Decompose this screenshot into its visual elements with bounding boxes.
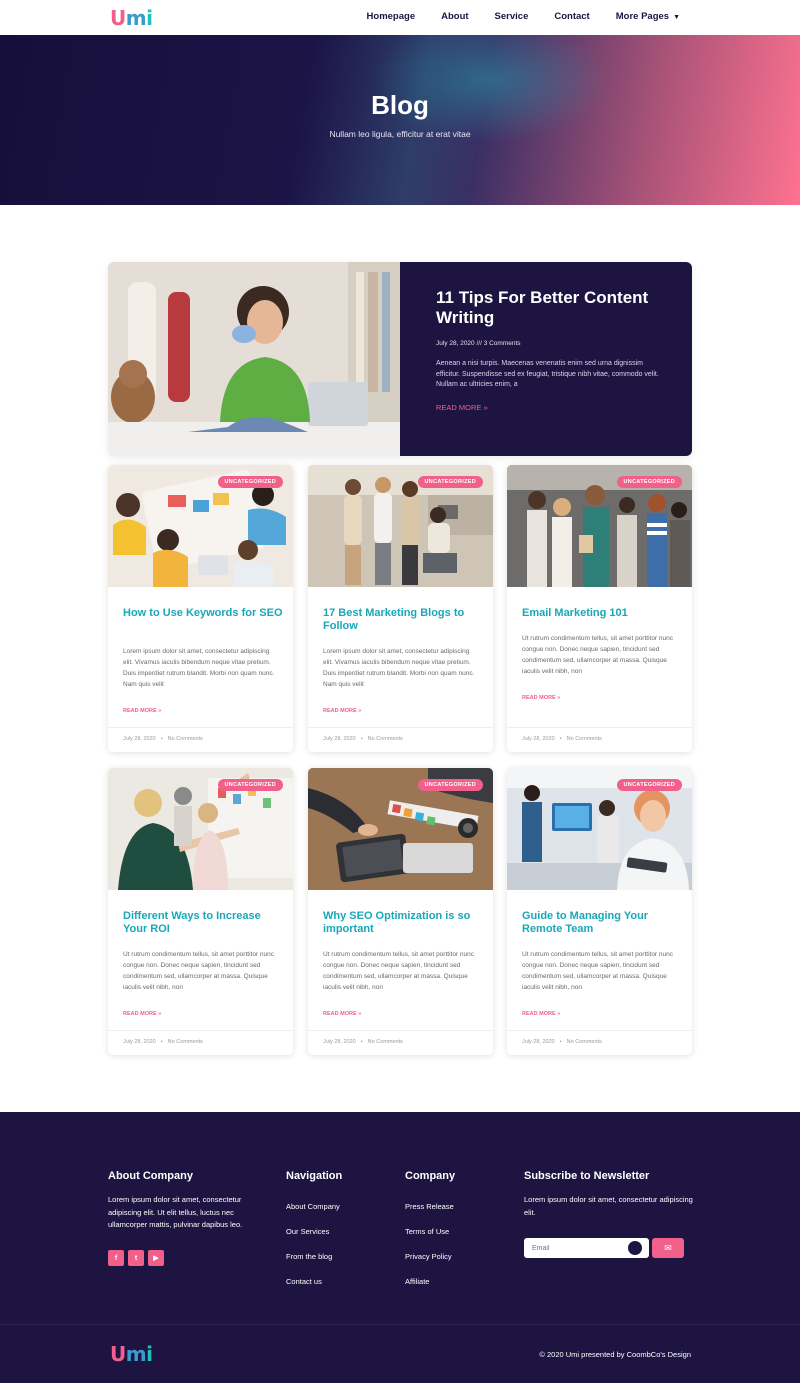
youtube-icon[interactable]: ▶ <box>148 1250 164 1266</box>
footer-link-our-services[interactable]: Our Services <box>286 1227 329 1236</box>
post-card-title[interactable]: Email Marketing 101 <box>522 607 682 620</box>
featured-post-meta: July 28, 2020 /// 3 Comments <box>436 340 521 347</box>
post-card-image[interactable]: UNCATEGORIZED <box>308 768 493 890</box>
post-card-title[interactable]: 17 Best Marketing Blogs to Follow <box>323 607 483 633</box>
category-badge[interactable]: UNCATEGORIZED <box>616 476 682 488</box>
newsletter-heading: Subscribe to Newsletter <box>524 1170 650 1182</box>
post-card-title[interactable]: Why SEO Optimization is so important <box>323 910 483 936</box>
featured-read-more-link[interactable]: READ MORE » <box>436 403 488 412</box>
footer-logo[interactable]: Umi <box>110 1342 153 1366</box>
post-card-excerpt: Lorem ipsum dolor sit amet, consectetur … <box>323 648 475 688</box>
nav-more-pages[interactable]: More Pages ▼ <box>616 11 680 22</box>
category-badge[interactable]: UNCATEGORIZED <box>616 779 682 791</box>
post-card-meta: July 28, 2020 • No Comments <box>507 1030 692 1055</box>
post-card-excerpt: Ut rutrum condimentum tellus, sit amet p… <box>323 951 475 991</box>
footer-link-press-release[interactable]: Press Release <box>405 1202 454 1211</box>
post-card-meta: July 28, 2020 • No Comments <box>108 1030 293 1055</box>
featured-post-title[interactable]: 11 Tips For Better Content Writing <box>436 288 664 328</box>
post-card-excerpt: Ut rutrum condimentum tellus, sit amet p… <box>522 951 674 991</box>
footer-divider <box>0 1324 800 1325</box>
chevron-down-icon: ▼ <box>673 14 680 21</box>
footer-link-from-the-blog[interactable]: From the blog <box>286 1252 332 1261</box>
newsletter-text: Lorem ipsum dolor sit amet, consectetur … <box>524 1195 693 1217</box>
navigation-heading: Navigation <box>286 1170 343 1182</box>
nav-contact[interactable]: Contact <box>554 11 589 22</box>
copyright-text: © 2020 Umi presented by CoombCo's Design <box>539 1350 691 1359</box>
site-logo[interactable]: Umi <box>110 6 153 30</box>
category-badge[interactable]: UNCATEGORIZED <box>217 476 283 488</box>
social-links: f t ▶ <box>108 1250 164 1266</box>
read-more-link[interactable]: READ MORE » <box>522 695 560 701</box>
read-more-link[interactable]: READ MORE » <box>123 1011 161 1017</box>
post-card: UNCATEGORIZED Why SEO Optimization is so… <box>308 768 493 1055</box>
post-card: UNCATEGORIZED Guide to Managing Your Rem… <box>507 768 692 1055</box>
hero-banner: Blog Nullam leo ligula, efficitur at era… <box>0 35 800 205</box>
read-more-link[interactable]: READ MORE » <box>323 1011 361 1017</box>
post-card-meta: July 28, 2020 • No Comments <box>507 727 692 752</box>
category-badge[interactable]: UNCATEGORIZED <box>417 779 483 791</box>
post-card-meta: July 28, 2020 • No Comments <box>108 727 293 752</box>
post-card-image[interactable]: UNCATEGORIZED <box>108 768 293 890</box>
post-card-image[interactable]: UNCATEGORIZED <box>507 465 692 587</box>
post-card-title[interactable]: Guide to Managing Your Remote Team <box>522 910 682 936</box>
read-more-link[interactable]: READ MORE » <box>522 1011 560 1017</box>
company-links: Press Release Terms of Use Privacy Polic… <box>405 1196 454 1296</box>
post-card-image[interactable]: UNCATEGORIZED <box>507 768 692 890</box>
post-card-image[interactable]: UNCATEGORIZED <box>308 465 493 587</box>
page-subtitle: Nullam leo ligula, efficitur at erat vit… <box>329 129 471 139</box>
post-card: UNCATEGORIZED Different Ways to Increase… <box>108 768 293 1055</box>
company-heading: Company <box>405 1170 456 1182</box>
site-header: Umi Homepage About Service Contact More … <box>0 0 800 35</box>
navigation-links: About Company Our Services From the blog… <box>286 1196 340 1296</box>
site-footer: About Company Lorem ipsum dolor sit amet… <box>0 1112 800 1383</box>
envelope-icon: ✉ <box>664 1242 672 1253</box>
featured-photo <box>108 262 400 456</box>
footer-link-contact-us[interactable]: Contact us <box>286 1277 322 1286</box>
nav-service[interactable]: Service <box>495 11 529 22</box>
read-more-link[interactable]: READ MORE » <box>123 708 161 714</box>
featured-post-content: 11 Tips For Better Content Writing July … <box>400 262 692 456</box>
extension-icon <box>628 1241 642 1255</box>
post-card: UNCATEGORIZED 17 Best Marketing Blogs to… <box>308 465 493 752</box>
post-card-meta: July 28, 2020 • No Comments <box>308 727 493 752</box>
post-card-meta: July 28, 2020 • No Comments <box>308 1030 493 1055</box>
post-card-image[interactable]: UNCATEGORIZED <box>108 465 293 587</box>
post-card-title[interactable]: How to Use Keywords for SEO <box>123 607 283 620</box>
post-card-excerpt: Ut rutrum condimentum tellus, sit amet p… <box>522 635 674 675</box>
twitter-icon[interactable]: t <box>128 1250 144 1266</box>
footer-link-affiliate[interactable]: Affiliate <box>405 1277 429 1286</box>
about-text: Lorem ipsum dolor sit amet, consectetur … <box>108 1195 243 1229</box>
subscribe-button[interactable]: ✉ <box>652 1238 684 1258</box>
nav-about[interactable]: About <box>441 11 468 22</box>
post-card-excerpt: Lorem ipsum dolor sit amet, consectetur … <box>123 648 275 688</box>
post-card: UNCATEGORIZED Email Marketing 101 Ut rut… <box>507 465 692 752</box>
footer-link-privacy-policy[interactable]: Privacy Policy <box>405 1252 452 1261</box>
post-card-excerpt: Ut rutrum condimentum tellus, sit amet p… <box>123 951 275 991</box>
about-heading: About Company <box>108 1170 193 1182</box>
nav-homepage[interactable]: Homepage <box>367 11 416 22</box>
facebook-icon[interactable]: f <box>108 1250 124 1266</box>
featured-post: 11 Tips For Better Content Writing July … <box>108 262 692 456</box>
footer-link-terms-of-use[interactable]: Terms of Use <box>405 1227 449 1236</box>
page-title: Blog <box>371 90 429 120</box>
main-nav: Homepage About Service Contact More Page… <box>367 11 680 22</box>
read-more-link[interactable]: READ MORE » <box>323 708 361 714</box>
category-badge[interactable]: UNCATEGORIZED <box>417 476 483 488</box>
post-card-title[interactable]: Different Ways to Increase Your ROI <box>123 910 283 936</box>
footer-link-about-company[interactable]: About Company <box>286 1202 340 1211</box>
post-card: UNCATEGORIZED How to Use Keywords for SE… <box>108 465 293 752</box>
featured-post-image[interactable] <box>108 262 400 456</box>
featured-post-excerpt: Aenean a nisi turpis. Maecenas venenatis… <box>436 360 659 388</box>
category-badge[interactable]: UNCATEGORIZED <box>217 779 283 791</box>
